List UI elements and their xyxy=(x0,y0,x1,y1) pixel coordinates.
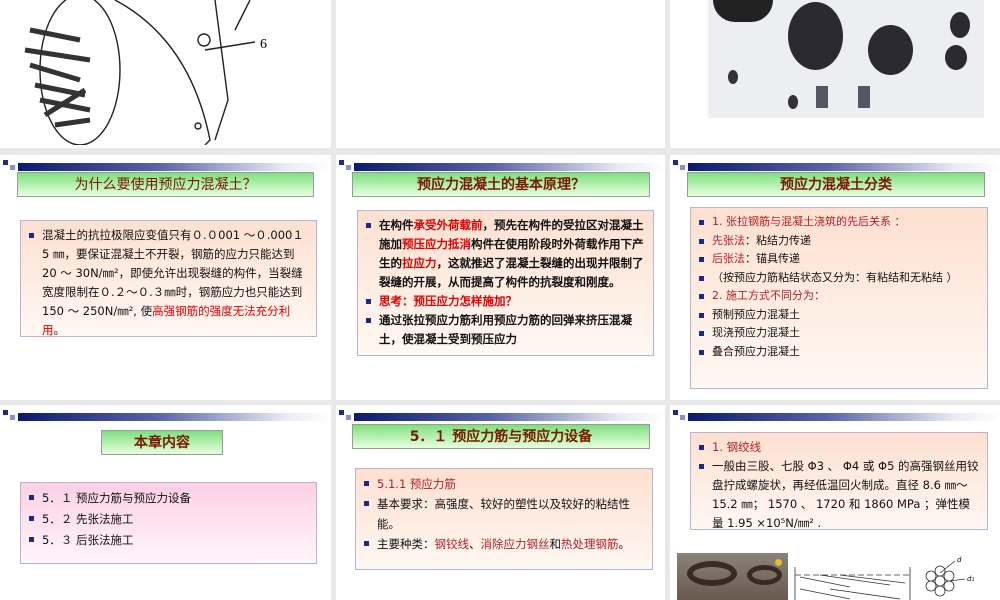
bullet-item: 叠合预应力混凝土 xyxy=(697,343,981,362)
content-box: 在构件承受外荷载前，预先在构件的受拉区对混凝土施加预压应力抵消构件在使用阶段时外… xyxy=(357,210,654,356)
content-box: 5.1.1 预应力筋 基本要求：高强度、较好的塑性以及较好的粘结性能。 主要种类… xyxy=(355,468,653,570)
slide-thumbnail-1[interactable]: 6 xyxy=(0,0,331,148)
bullet-item: 主要种类：钢铰线、消除应力钢丝和热处理钢筋。 xyxy=(362,534,646,554)
chapter-item[interactable]: 5．２ 先张法施工 xyxy=(27,509,310,530)
bullet-text: （按预应力筋粘结状态又分为：有粘结和无粘结 ） xyxy=(712,270,958,284)
figure-label: 6 xyxy=(260,37,267,52)
slide-title: 5．１ 预应力筋与预应力设备 xyxy=(352,424,650,449)
bullet-item: 现浇预应力混凝土 xyxy=(697,324,981,343)
bullet-item: 思考：预压应力怎样施加？ xyxy=(364,292,647,311)
slide-thumbnail-8[interactable]: 5．１ 预应力筋与预应力设备 5.1.1 预应力筋 基本要求：高强度、较好的塑性… xyxy=(336,405,665,600)
slide-thumbnail-2[interactable] xyxy=(336,0,665,148)
slide-thumbnail-5[interactable]: 预应力混凝土的基本原理？ 在构件承受外荷载前，预先在构件的受拉区对混凝土施加预压… xyxy=(336,155,665,400)
content-box: 混凝土的抗拉极限应变值只有０.０001 ～０.000１5 ㎜，要保证混凝土不开裂… xyxy=(20,220,317,337)
steel-strand-coils-photo xyxy=(677,553,788,600)
bullet-item: 5.1.1 预应力筋 xyxy=(362,474,646,494)
bullet-text: ：粘结力传递 xyxy=(745,233,811,247)
chapter-item[interactable]: 5．１ 预应力筋与预应力设备 xyxy=(27,488,310,509)
bullet-text: 现浇预应力混凝土 xyxy=(712,326,800,339)
content-box: 5．１ 预应力筋与预应力设备 5．２ 先张法施工 5．３ 后张法施工 xyxy=(20,482,317,564)
bullet-text: ：锚具传递 xyxy=(745,252,800,265)
bullet-item: 预制预应力混凝土 xyxy=(697,306,981,325)
bullet-item: 1. 钢绞线 xyxy=(697,438,981,457)
content-box: 1. 钢绞线 一般由三股、七股 Φ3 、 Φ4 或 Φ5 的高强钢丝用铰盘拧成螺… xyxy=(690,432,988,530)
slide-header-bar xyxy=(0,410,331,424)
bullet-highlight: 1. 张拉钢筋与混凝土浇筑的先后关系 ： xyxy=(712,215,906,228)
bullet-item: 后张法：锚具传递 xyxy=(697,250,981,269)
diameter-label: d xyxy=(957,556,962,564)
bullet-item: 1. 张拉钢筋与混凝土浇筑的先后关系 ： xyxy=(697,213,981,232)
bullet-item: 2. 施工方式不同分为： xyxy=(697,287,981,306)
slide-header-bar xyxy=(670,410,1000,424)
bullet-item: 一般由三股、七股 Φ3 、 Φ4 或 Φ5 的高强钢丝用铰盘拧成螺旋状，再经低温… xyxy=(697,457,981,533)
slide-thumbnail-6[interactable]: 预应力混凝土分类 1. 张拉钢筋与混凝土浇筑的先后关系 ：先张法：粘结力传递 后张… xyxy=(670,155,1000,400)
bullet-highlight: 后张法 xyxy=(712,252,745,265)
slide-title: 本章内容 xyxy=(101,430,223,455)
bullet-item: 基本要求：高强度、较好的塑性以及较好的粘结性能。 xyxy=(362,494,646,534)
wire-diameter-label: d₁ xyxy=(967,575,974,583)
slide-thumbnail-7[interactable]: 本章内容 5．１ 预应力筋与预应力设备 5．２ 先张法施工 5．３ 后张法施工 xyxy=(0,405,331,600)
chapter-item[interactable]: 5．３ 后张法施工 xyxy=(27,530,310,551)
bullet-item: 先张法：粘结力传递 xyxy=(697,232,981,251)
slide-thumbnail-3[interactable] xyxy=(670,0,1000,148)
anchor-drawing-image: 6 xyxy=(24,0,267,145)
slide-thumbnail-9[interactable]: 1. 钢绞线 一般由三股、七股 Φ3 、 Φ4 或 Φ5 的高强钢丝用铰盘拧成螺… xyxy=(670,405,1000,600)
slide-title: 预应力混凝土分类 xyxy=(687,172,985,197)
steel-strand-diagram: d d₁ xyxy=(794,556,974,600)
slide-thumbnail-4[interactable]: 为什么要使用预应力混凝土？ 混凝土的抗拉极限应变值只有０.０001 ～０.000… xyxy=(0,155,331,400)
bullet-item: 通过张拉预应力筋利用预应力筋的回弹来挤压混凝土，使混凝土受到预压应力 xyxy=(364,311,647,349)
slide-header-bar xyxy=(336,410,665,424)
bullet-item: 混凝土的抗拉极限应变值只有０.０001 ～０.000１5 ㎜，要保证混凝土不开裂… xyxy=(27,226,310,340)
bullet-text: 叠合预应力混凝土 xyxy=(712,344,800,358)
bullet-highlight: 2. 施工方式不同分为： xyxy=(712,289,825,302)
anchor-wedges-photo xyxy=(708,0,984,118)
slide-title: 为什么要使用预应力混凝土？ xyxy=(17,172,314,197)
bullet-text: 预制预应力混凝土 xyxy=(712,307,800,321)
bullet-highlight: 先张法 xyxy=(712,233,745,247)
bullet-item: （按预应力筋粘结状态又分为：有粘结和无粘结 ） xyxy=(697,269,981,288)
bullet-item: 在构件承受外荷载前，预先在构件的受拉区对混凝土施加预压应力抵消构件在使用阶段时外… xyxy=(364,216,647,292)
content-box: 1. 张拉钢筋与混凝土浇筑的先后关系 ：先张法：粘结力传递 后张法：锚具传递 （按预… xyxy=(690,207,988,389)
slide-title: 预应力混凝土的基本原理？ xyxy=(352,172,650,197)
